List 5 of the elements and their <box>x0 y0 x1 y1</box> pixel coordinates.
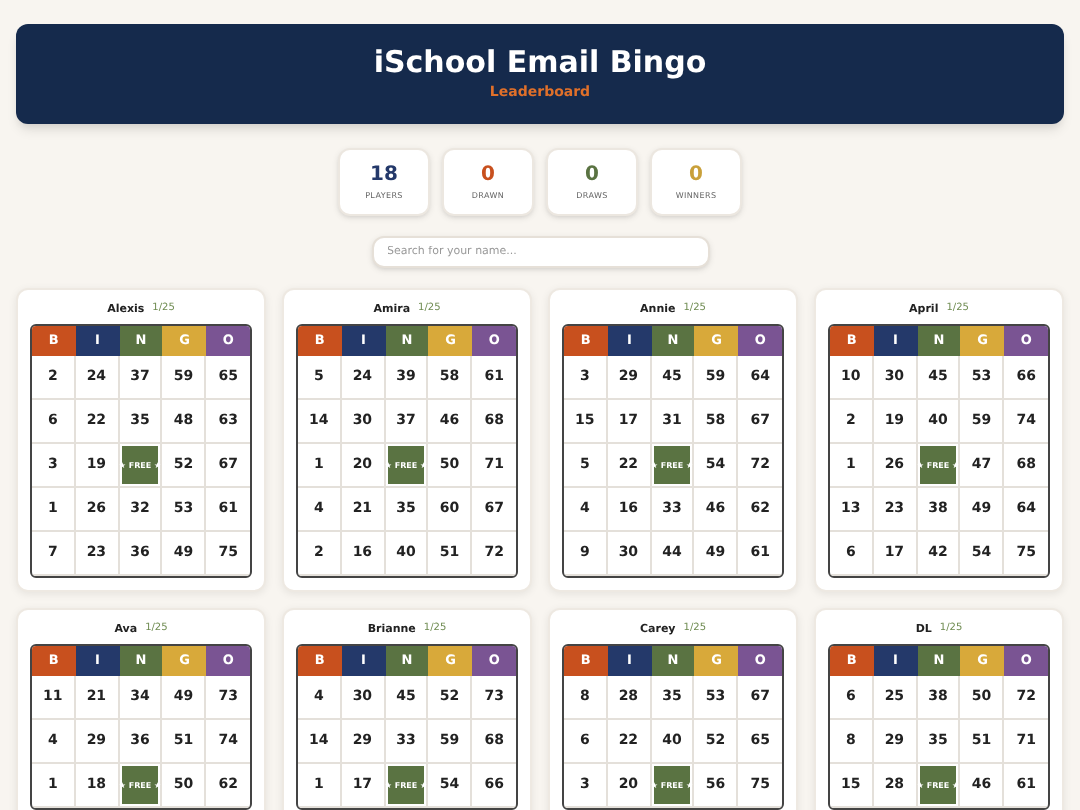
stat-value: 0 <box>481 165 495 185</box>
stat-value: 0 <box>689 165 703 185</box>
stat-value: 18 <box>370 165 398 185</box>
app-title: iSchool Email Bingo <box>373 44 707 83</box>
stat-value: 0 <box>585 165 599 185</box>
